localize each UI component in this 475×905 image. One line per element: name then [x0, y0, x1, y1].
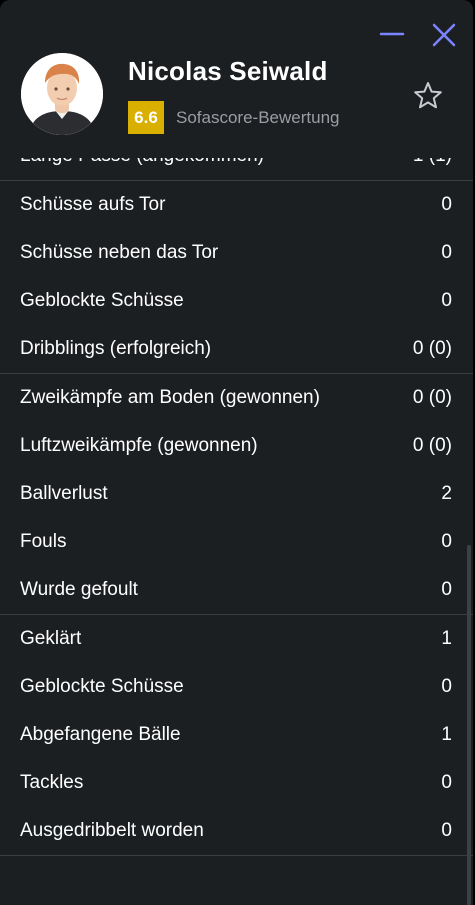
stat-row: Ballverlust 2	[0, 470, 473, 518]
rating-label: Sofascore-Bewertung	[176, 108, 340, 127]
stat-label: Fouls	[20, 531, 67, 552]
stat-label: Luftzweikämpfe (gewonnen)	[20, 435, 258, 456]
stat-value: 1	[441, 628, 452, 649]
stat-label: Geklärt	[20, 628, 82, 649]
stat-row: Luftzweikämpfe (gewonnen) 0 (0)	[0, 422, 473, 470]
stat-label: Ausgedribbelt worden	[20, 820, 204, 841]
rating-badge: 6.6	[128, 101, 164, 134]
player-header: Nicolas Seiwald 6.6 Sofascore-Bewertung	[0, 0, 473, 158]
stat-value: 0 (0)	[412, 387, 452, 408]
stat-value: 0 (0)	[412, 435, 452, 456]
stat-label: Abgefangene Bälle	[20, 724, 181, 745]
stat-label: Zweikämpfe am Boden (gewonnen)	[20, 387, 320, 408]
stat-row: Wurde gefoult 0	[0, 566, 473, 614]
stat-row: Geklärt 1	[0, 615, 473, 663]
stat-label: Geblockte Schüsse	[20, 290, 184, 311]
stat-row: Dribblings (erfolgreich) 0 (0)	[0, 325, 473, 373]
stat-label: Ballverlust	[20, 483, 108, 504]
stat-row: Geblockte Schüsse 0	[0, 663, 473, 711]
stat-label: Tackles	[20, 772, 84, 793]
close-button[interactable]	[431, 22, 457, 48]
stat-row: Geblockte Schüsse 0	[0, 277, 473, 325]
minimize-icon	[379, 32, 405, 36]
stat-row: Schüsse aufs Tor 0	[0, 181, 473, 229]
stat-value: 0	[441, 676, 452, 697]
stats-list: Lange Pässe (angekommen) 1 (1) Schüsse a…	[0, 132, 473, 856]
minimize-button[interactable]	[379, 22, 405, 48]
stat-row: Abgefangene Bälle 1	[0, 711, 473, 759]
stat-value: 1	[441, 724, 452, 745]
stat-value: 0	[441, 531, 452, 552]
stat-value: 0	[441, 194, 452, 215]
star-icon	[414, 82, 442, 109]
stat-label: Schüsse neben das Tor	[20, 242, 219, 263]
favorite-button[interactable]	[412, 80, 444, 112]
section-divider	[0, 855, 473, 856]
stat-label: Wurde gefoult	[20, 579, 138, 600]
player-photo	[21, 53, 103, 135]
stat-value: 0	[441, 242, 452, 263]
player-name: Nicolas Seiwald	[128, 56, 328, 86]
scrollbar-thumb[interactable]	[467, 545, 471, 905]
stat-row: Ausgedribbelt worden 0	[0, 807, 473, 855]
stat-label: Geblockte Schüsse	[20, 676, 184, 697]
stat-row: Tackles 0	[0, 759, 473, 807]
stat-value: 0 (0)	[412, 338, 452, 359]
avatar	[21, 53, 103, 135]
stat-label: Schüsse aufs Tor	[20, 194, 166, 215]
stat-value: 0	[441, 820, 452, 841]
stat-value: 0	[441, 772, 452, 793]
stat-row: Schüsse neben das Tor 0	[0, 229, 473, 277]
player-stats-panel: Lange Pässe (angekommen) 1 (1) Schüsse a…	[0, 0, 473, 905]
close-icon	[432, 23, 456, 47]
stat-value: 0	[441, 290, 452, 311]
stat-value: 2	[441, 483, 452, 504]
stat-label: Dribblings (erfolgreich)	[20, 338, 212, 359]
stat-row: Fouls 0	[0, 518, 473, 566]
stat-value: 0	[441, 579, 452, 600]
stat-row: Zweikämpfe am Boden (gewonnen) 0 (0)	[0, 374, 473, 422]
